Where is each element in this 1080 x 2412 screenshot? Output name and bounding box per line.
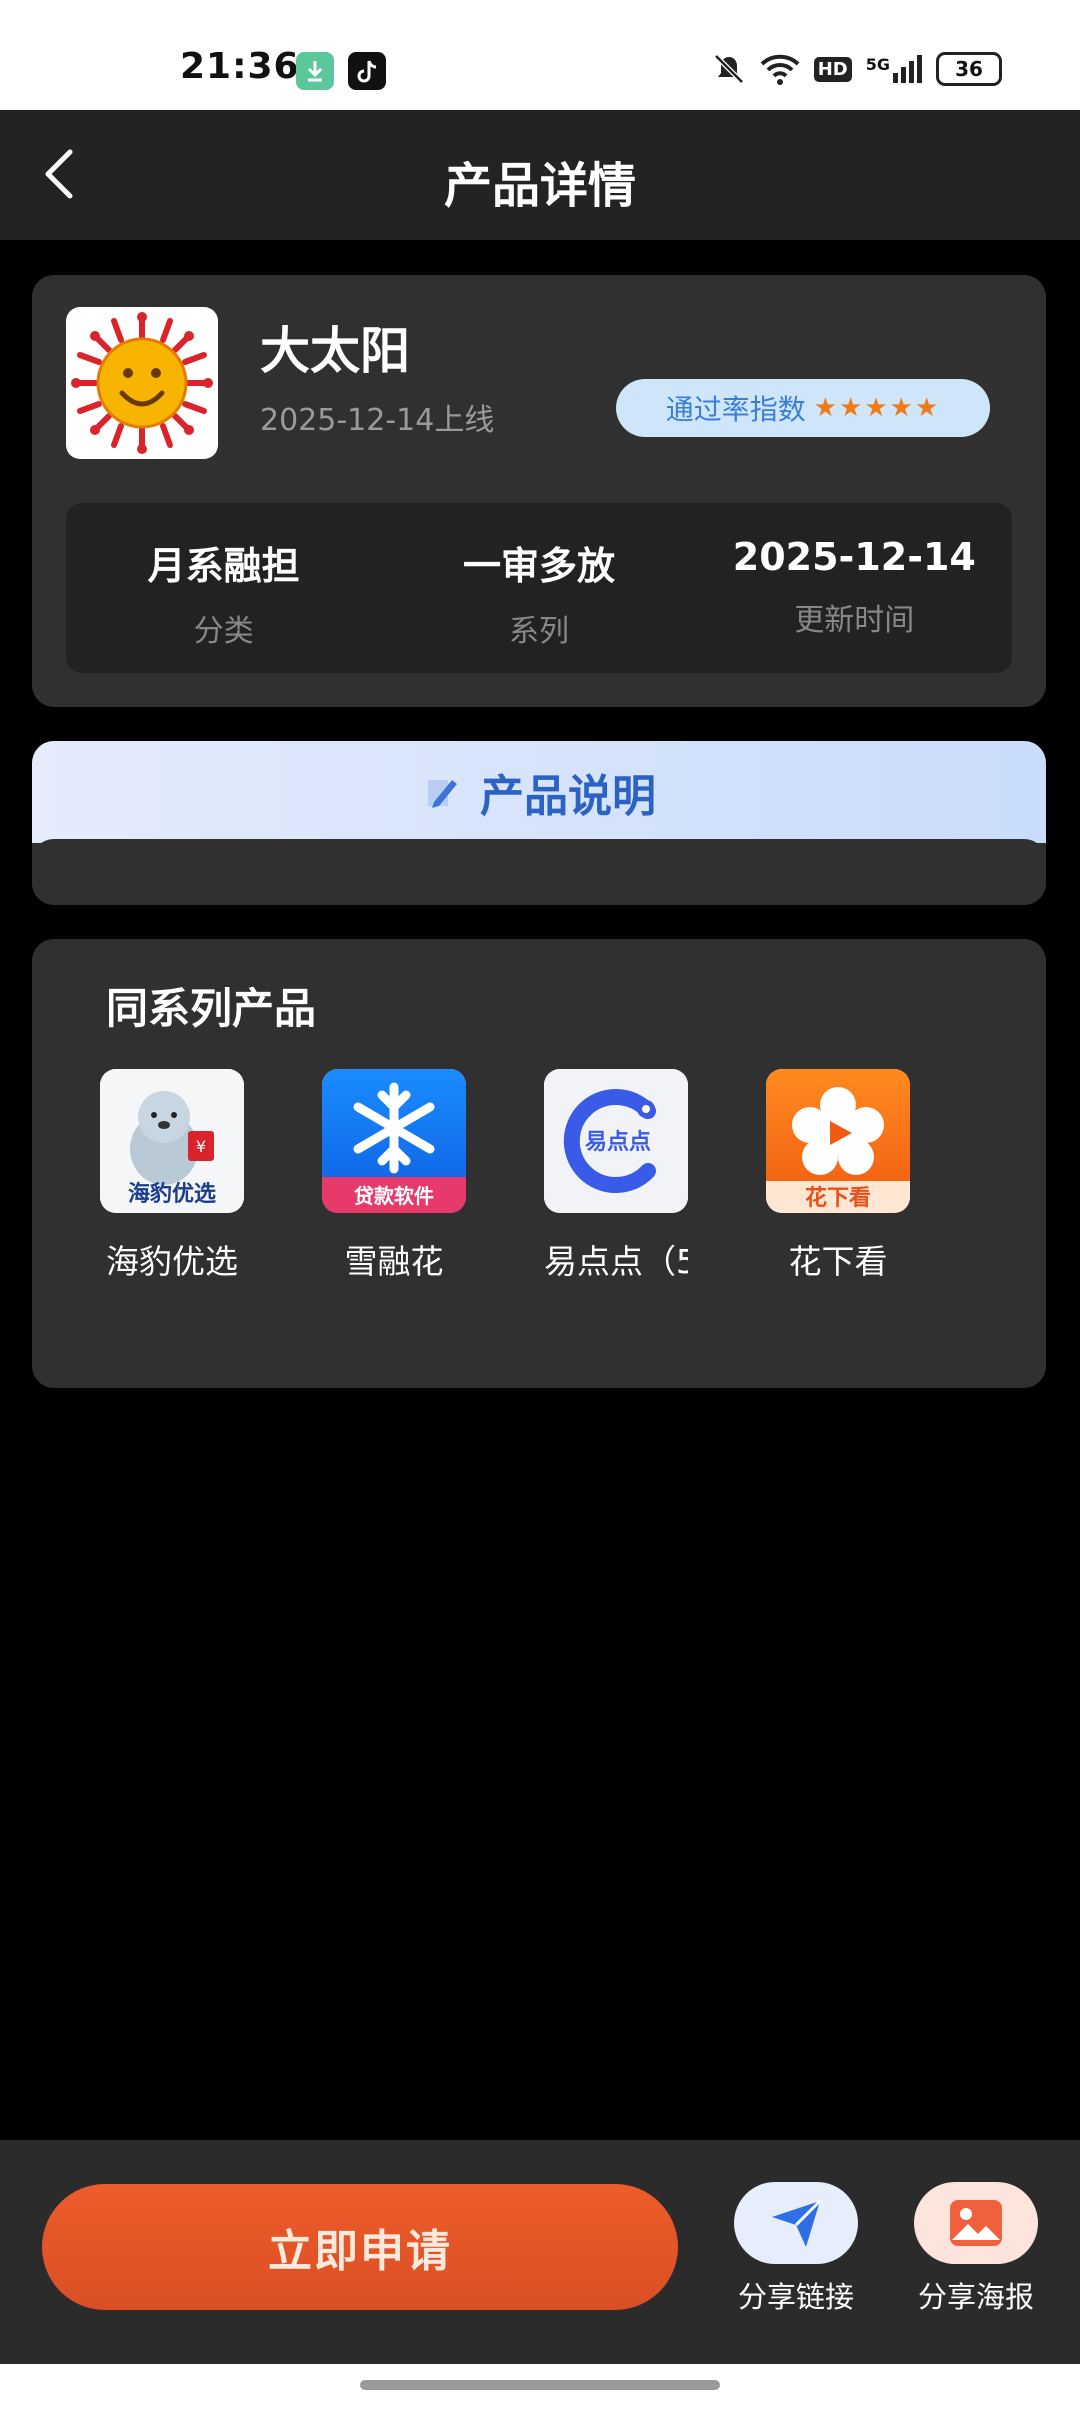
series-item-xuerong[interactable]: 贷款软件 雪融花 [322, 1069, 466, 1283]
share-poster-label: 分享海报 [917, 2280, 1034, 2314]
top-navbar: 产品详情 [0, 110, 1080, 240]
seal-icon: ¥ 海豹优选 [100, 1069, 244, 1213]
product-description-card: 产品说明 [32, 741, 1046, 905]
page-title: 产品详情 [443, 158, 636, 214]
svg-text:贷款软件: 贷款软件 [354, 1184, 434, 1208]
download-notification-icon [296, 52, 334, 90]
same-series-list: ¥ 海豹优选 海豹优选 贷款软件 雪融花 易点点 易点点（5 花下看 花下看 [100, 1069, 910, 1283]
status-time: 21:36 [180, 46, 300, 87]
product-logo-sun-icon [66, 307, 218, 459]
series-item-label: 花下看 [788, 1242, 888, 1281]
paper-plane-icon [734, 2182, 858, 2264]
description-title: 产品说明 [480, 771, 656, 822]
home-indicator[interactable] [360, 2380, 720, 2390]
bottom-action-bar: 立即申请 分享链接 分享海报 [0, 2140, 1080, 2364]
category-label: 分类 [193, 614, 254, 649]
info-series: 一审多放 系列 [381, 503, 696, 673]
document-edit-icon [428, 780, 457, 808]
svg-text:¥: ¥ [196, 1137, 206, 1156]
description-header: 产品说明 [32, 741, 1046, 843]
series-item-haibao[interactable]: ¥ 海豹优选 海豹优选 [100, 1069, 244, 1283]
mute-bell-icon [713, 54, 744, 84]
series-item-label: 易点点（5 [544, 1242, 688, 1281]
series-item-yidiandian[interactable]: 易点点 易点点（5 [544, 1069, 688, 1283]
status-indicators: HD 5G 36 [712, 52, 1002, 86]
apply-now-button[interactable]: 立即申请 [42, 2184, 678, 2310]
product-info-panel: 月系融担 分类 一审多放 系列 2025-12-14 更新时间 [66, 503, 1012, 673]
yidiandian-icon: 易点点 [544, 1069, 688, 1213]
series-item-label: 雪融花 [344, 1242, 444, 1281]
battery-icon: 36 [936, 52, 1002, 86]
description-body [32, 839, 1046, 905]
tiktok-notification-icon [348, 52, 386, 90]
share-link-button[interactable]: 分享链接 [726, 2182, 866, 2316]
same-series-title: 同系列产品 [106, 984, 317, 1033]
product-name: 大太阳 [260, 322, 410, 380]
share-poster-button[interactable]: 分享海报 [906, 2182, 1046, 2316]
image-icon [914, 2182, 1038, 2264]
info-category: 月系融担 分类 [66, 503, 381, 673]
series-item-label: 海豹优选 [106, 1242, 238, 1281]
status-bar: 21:36 HD 5G 36 [0, 0, 1080, 110]
category-value: 月系融担 [147, 544, 300, 588]
pass-rate-badge: 通过率指数 ★★★★★ [616, 379, 990, 437]
info-update-time: 2025-12-14 更新时间 [697, 503, 1012, 673]
series-value: 一审多放 [462, 544, 615, 588]
svg-text:海豹优选: 海豹优选 [128, 1181, 216, 1207]
pass-rate-label: 通过率指数 [665, 393, 806, 426]
pass-rate-stars: ★★★★★ [813, 393, 941, 423]
update-time-value: 2025-12-14 [732, 535, 976, 579]
launch-date: 2025-12-14上线 [260, 403, 495, 438]
flower-play-icon: 花下看 [766, 1069, 910, 1213]
signal-icon: 5G [866, 55, 922, 83]
share-link-label: 分享链接 [737, 2280, 854, 2314]
series-label: 系列 [508, 614, 569, 649]
snowflake-icon: 贷款软件 [322, 1069, 466, 1213]
wifi-icon [760, 54, 800, 85]
product-card: 大太阳 2025-12-14上线 通过率指数 ★★★★★ 月系融担 分类 一审多… [32, 275, 1046, 707]
series-item-huaxiakan[interactable]: 花下看 花下看 [766, 1069, 910, 1283]
hd-badge: HD [813, 56, 852, 82]
same-series-card: 同系列产品 ¥ 海豹优选 海豹优选 贷款软件 雪融花 易点点 易点点（5 花下看… [32, 939, 1046, 1388]
svg-text:易点点: 易点点 [585, 1129, 651, 1155]
svg-text:花下看: 花下看 [805, 1185, 871, 1211]
update-time-label: 更新时间 [794, 603, 915, 638]
